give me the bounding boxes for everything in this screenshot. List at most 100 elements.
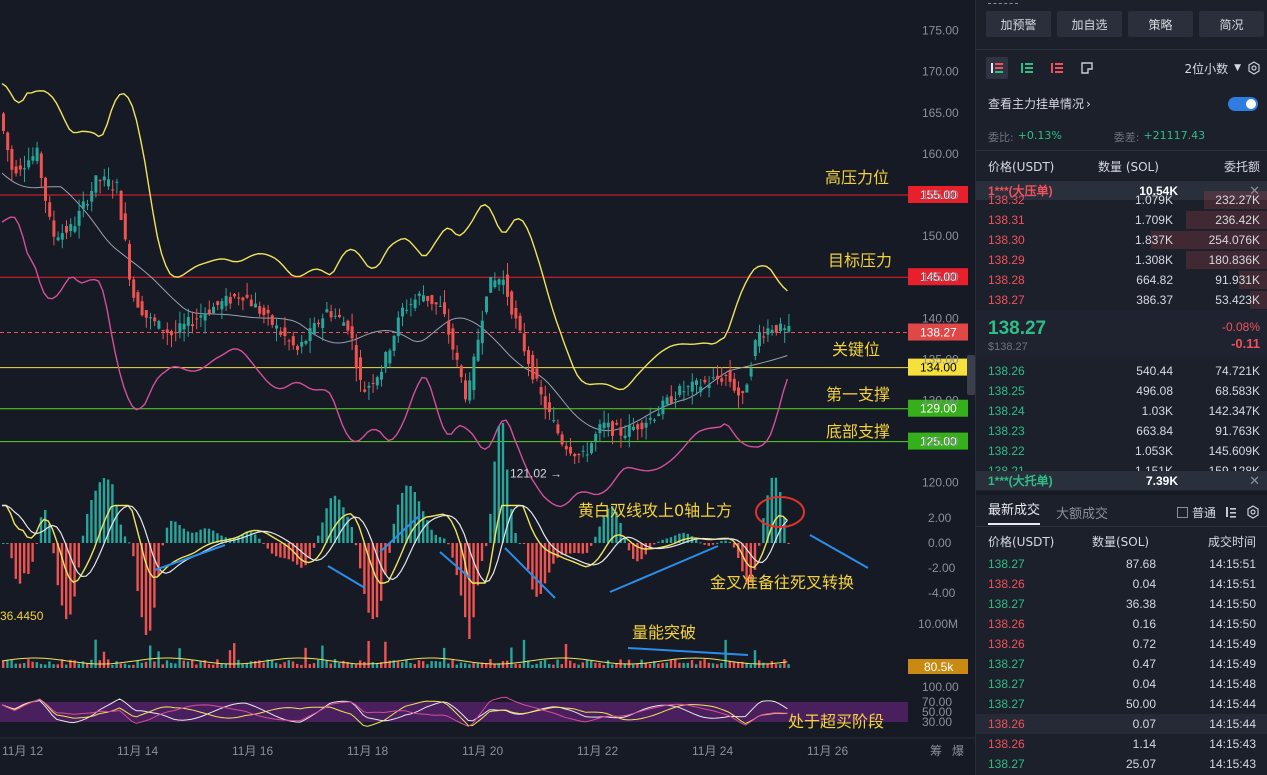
volume-bar [363,661,366,668]
candle-body [384,352,388,369]
tab-large-trades[interactable]: 大额成交 [1056,503,1108,522]
big-bid-order[interactable]: 1***(大托单) 7.39K ✕ [976,471,1267,490]
volume-bar [165,660,169,668]
bid-row[interactable]: 138.25 496.08 68.583K [976,381,1267,401]
candle-body [476,339,480,361]
decimals-value: 2位小数 [1184,61,1229,76]
bid-row[interactable]: 138.23 663.84 91.763K [976,421,1267,441]
add-alert-button[interactable]: 加预警 [986,11,1051,37]
bid-row[interactable]: 138.22 1.053K 145.609K [976,441,1267,461]
volume-bar [115,661,118,668]
ask-row[interactable]: 138.28 664.82 91.931K [976,270,1267,290]
candle-body [543,396,547,410]
candle-body [308,328,312,342]
ask-row[interactable]: 138.29 1.308K 180.836K [976,250,1267,270]
normal-checkbox[interactable]: 普通 [1176,504,1216,521]
candle-body [552,420,556,422]
candle-body [455,352,459,360]
level-annotation: 目标压力 [828,251,892,270]
candle-body [27,160,31,168]
volume-bar [422,661,425,668]
both-sides-view-icon[interactable] [986,57,1008,79]
candle-body [367,385,371,388]
candle-body [535,368,539,379]
ask-total: 232.27K [1215,193,1260,207]
volume-bar [102,651,106,668]
candle-body [510,291,514,315]
volume-bar [753,650,757,668]
volume-bar [174,663,177,668]
strategy-button[interactable]: 策略 [1128,11,1193,37]
decimals-dropdown[interactable]: 2位小数 ▼ [1184,60,1261,77]
asks-only-view-icon[interactable] [1046,57,1068,79]
candle-body [472,356,476,391]
ask-row[interactable]: 138.31 1.709K 236.42K [976,210,1267,230]
trade-qty: 0.16 [1132,617,1156,631]
volume-bar [65,664,68,668]
volume-bar [350,663,353,668]
macd-histogram-bar [203,528,206,543]
close-icon[interactable]: ✕ [1249,473,1260,489]
candle-body [770,329,774,333]
volume-bar [434,661,437,668]
bid-row[interactable]: 138.26 540.44 74.721K [976,361,1267,381]
bid-qty: 540.44 [1136,364,1173,378]
volume-bar [632,664,635,668]
chevron-right-icon: › [1086,96,1091,111]
price-change-percent: -0.08% [1221,320,1260,334]
bid-total: 68.583K [1215,384,1260,398]
settings-icon[interactable] [1247,61,1261,75]
settings-icon[interactable] [1246,505,1260,519]
add-watchlist-button[interactable]: 加自选 [1057,11,1122,37]
volume-bar [342,660,345,668]
macd-histogram-bar [60,543,64,606]
candle-body [606,422,610,428]
filter-icon[interactable] [1224,505,1238,519]
lower-band [1,216,789,508]
depth-view-icon[interactable] [1076,57,1098,79]
date-tick-label: 11月 24 [692,744,733,758]
overview-button[interactable]: 简况 [1199,11,1264,37]
candle-body [506,274,509,297]
candle-body [338,314,341,318]
candle-body [94,175,98,193]
volume-bar [501,661,505,668]
candle-body [18,165,22,170]
bid-price: 138.22 [988,444,1025,458]
ob-total-header[interactable]: 委托额 [1188,158,1260,175]
volume-bar [766,663,769,668]
candle-body [329,311,333,318]
macd-histogram-bar [300,543,303,568]
bids-only-view-icon[interactable] [1016,57,1038,79]
major-orders-toggle[interactable] [1228,96,1258,111]
annotation-arrow [327,565,366,589]
scale-drag-handle[interactable] [967,355,975,395]
tab-latest-trades[interactable]: 最新成交 [988,499,1041,525]
candle-body [590,443,593,454]
volume-bar [249,661,253,668]
bid-rows: 138.26 540.44 74.721K 138.25 496.08 68.583K 13… [976,361,1267,481]
ask-row[interactable]: 138.32 1.079K 232.27K [976,190,1267,210]
macd-histogram-bar [779,492,782,543]
candle-body [186,317,190,326]
candlestick-chart[interactable]: 155.00高压力位145.00目标压力134.00关键位129.00第一支撑1… [0,0,975,775]
candle-body [354,345,358,369]
candle-body [237,297,241,299]
ob-qty-header[interactable]: 数量 (SOL) [1098,158,1188,175]
ask-row[interactable]: 138.30 1.837K 254.076K [976,230,1267,250]
macd-histogram-bar [90,499,93,543]
major-orders-row[interactable]: 查看主力挂单情况 › [988,95,1258,112]
ask-row[interactable]: 138.27 386.37 53.423K [976,290,1267,310]
macd-histogram-bar [682,532,685,543]
trade-qty-header[interactable]: 数量(SOL) [1092,533,1176,550]
bid-row[interactable]: 138.24 1.03K 142.347K [976,401,1267,421]
volume-bar [241,664,244,668]
ask-qty: 1.837K [1134,233,1173,247]
volume-bar [375,663,379,668]
macd-histogram-bar [161,543,164,546]
volume-bar [447,663,450,668]
price-chart-area[interactable]: 155.00 高压力位 145.00 目标压力 134.00 关键位 129.00 第一支撑 1… [0,0,975,775]
candle-body [569,446,572,454]
volume-bar [384,641,387,668]
ask-price: 138.28 [988,273,1025,287]
